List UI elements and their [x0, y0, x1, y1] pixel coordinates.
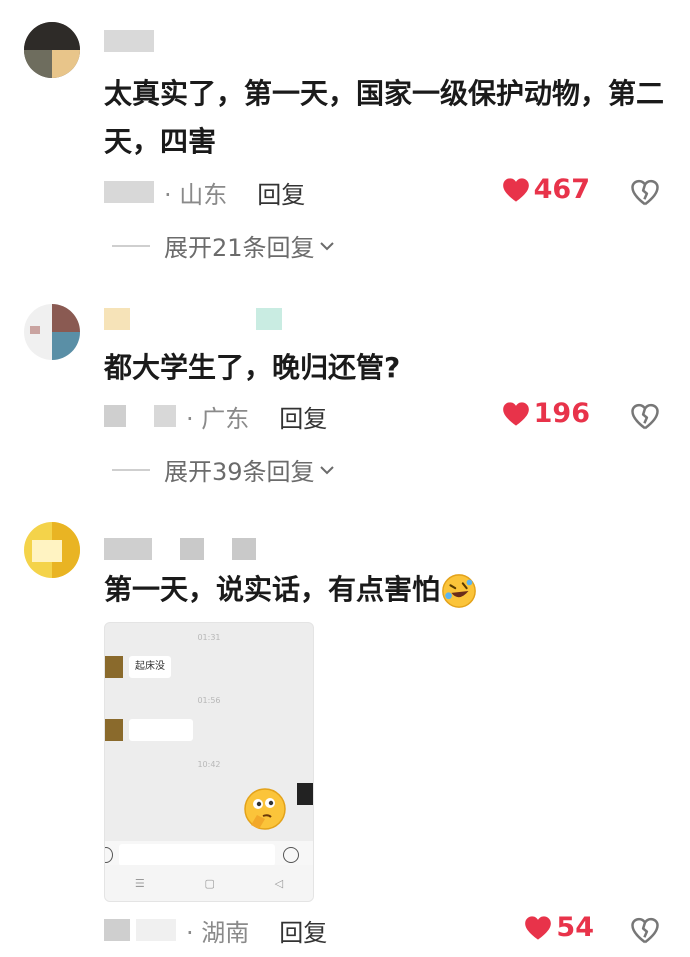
comment-meta: · 山东 回复 — [104, 174, 305, 210]
comment-meta: · 湖南 回复 — [104, 912, 327, 948]
chat-timestamp: 01:31 — [197, 633, 221, 642]
chat-timestamp: 01:56 — [197, 696, 221, 705]
date-redacted — [154, 405, 176, 427]
chevron-down-icon — [319, 465, 334, 474]
expand-replies-label: 展开21条回复 — [164, 234, 315, 262]
broken-heart-icon[interactable] — [630, 916, 660, 946]
expand-replies-label: 展开39条回复 — [164, 458, 315, 486]
like-button[interactable]: 196 — [502, 398, 590, 429]
expand-replies-button[interactable]: 展开21条回复 — [112, 228, 335, 263]
heart-icon — [502, 177, 529, 202]
date-redacted — [136, 919, 176, 941]
ip-region: · 广东 — [186, 404, 250, 433]
thinking-emoji — [244, 788, 286, 830]
comment-text: 太真实了，第一天，国家一级保护动物，第二天，四害 — [104, 77, 665, 158]
date-redacted — [104, 405, 126, 427]
comment-item: 第一天，说实话，有点害怕 01:31 起床没 01:56 10:42 ☰ ▢ ◁… — [0, 510, 690, 957]
comment-text: 第一天，说实话，有点害怕 — [104, 566, 664, 614]
chat-avatar-self — [297, 783, 313, 805]
username-redacted[interactable] — [104, 30, 154, 52]
comment-item: 太真实了，第一天，国家一级保护动物，第二天，四害 · 山东 回复 467 展开2… — [0, 0, 690, 290]
back-icon: ◁ — [274, 876, 284, 890]
ip-region: · 山东 — [164, 180, 228, 209]
username-redacted — [256, 308, 282, 330]
broken-heart-icon[interactable] — [630, 402, 660, 432]
heart-icon — [502, 401, 529, 426]
avatar[interactable] — [24, 522, 80, 578]
heart-icon — [525, 915, 552, 940]
phone-nav-bar: ☰ ▢ ◁ — [105, 865, 313, 901]
reply-button[interactable]: 回复 — [279, 399, 327, 434]
ip-region: · 湖南 — [186, 918, 250, 947]
comment-meta: · 广东 回复 — [104, 398, 327, 434]
date-redacted — [104, 919, 130, 941]
date-redacted — [104, 181, 154, 203]
chat-avatar — [105, 656, 123, 678]
reply-button[interactable]: 回复 — [257, 175, 305, 210]
like-button[interactable]: 54 — [524, 912, 594, 943]
chat-timestamp: 10:42 — [197, 760, 221, 769]
like-button[interactable]: 467 — [502, 174, 590, 205]
username-redacted[interactable] — [104, 538, 152, 560]
avatar[interactable] — [24, 22, 80, 78]
chevron-down-icon — [319, 241, 334, 250]
like-count: 54 — [556, 912, 594, 943]
chat-bubble: 起床没 — [129, 656, 171, 678]
divider-dash — [112, 468, 150, 471]
username-redacted — [180, 538, 204, 560]
home-icon: ▢ — [204, 876, 215, 890]
comment-text-body: 第一天，说实话，有点害怕 — [104, 573, 441, 606]
comment-text: 都大学生了，晚归还管? — [104, 351, 401, 384]
reply-button[interactable]: 回复 — [279, 913, 327, 948]
like-count: 467 — [533, 174, 590, 205]
like-count: 196 — [533, 398, 590, 429]
broken-heart-icon[interactable] — [630, 178, 660, 208]
username-redacted[interactable] — [104, 308, 130, 330]
username-redacted — [232, 538, 256, 560]
avatar[interactable] — [24, 304, 80, 360]
divider-dash — [112, 244, 150, 247]
menu-icon: ☰ — [134, 876, 145, 890]
chat-avatar — [105, 719, 123, 741]
rolling-laughing-emoji — [442, 574, 476, 608]
chat-bubble-blank — [129, 719, 193, 741]
comment-item: 都大学生了，晚归还管? · 广东 回复 196 展开39条回复 — [0, 290, 690, 510]
expand-replies-button[interactable]: 展开39条回复 — [112, 452, 335, 487]
chat-screenshot-image[interactable]: 01:31 起床没 01:56 10:42 ☰ ▢ ◁ — [104, 622, 314, 902]
